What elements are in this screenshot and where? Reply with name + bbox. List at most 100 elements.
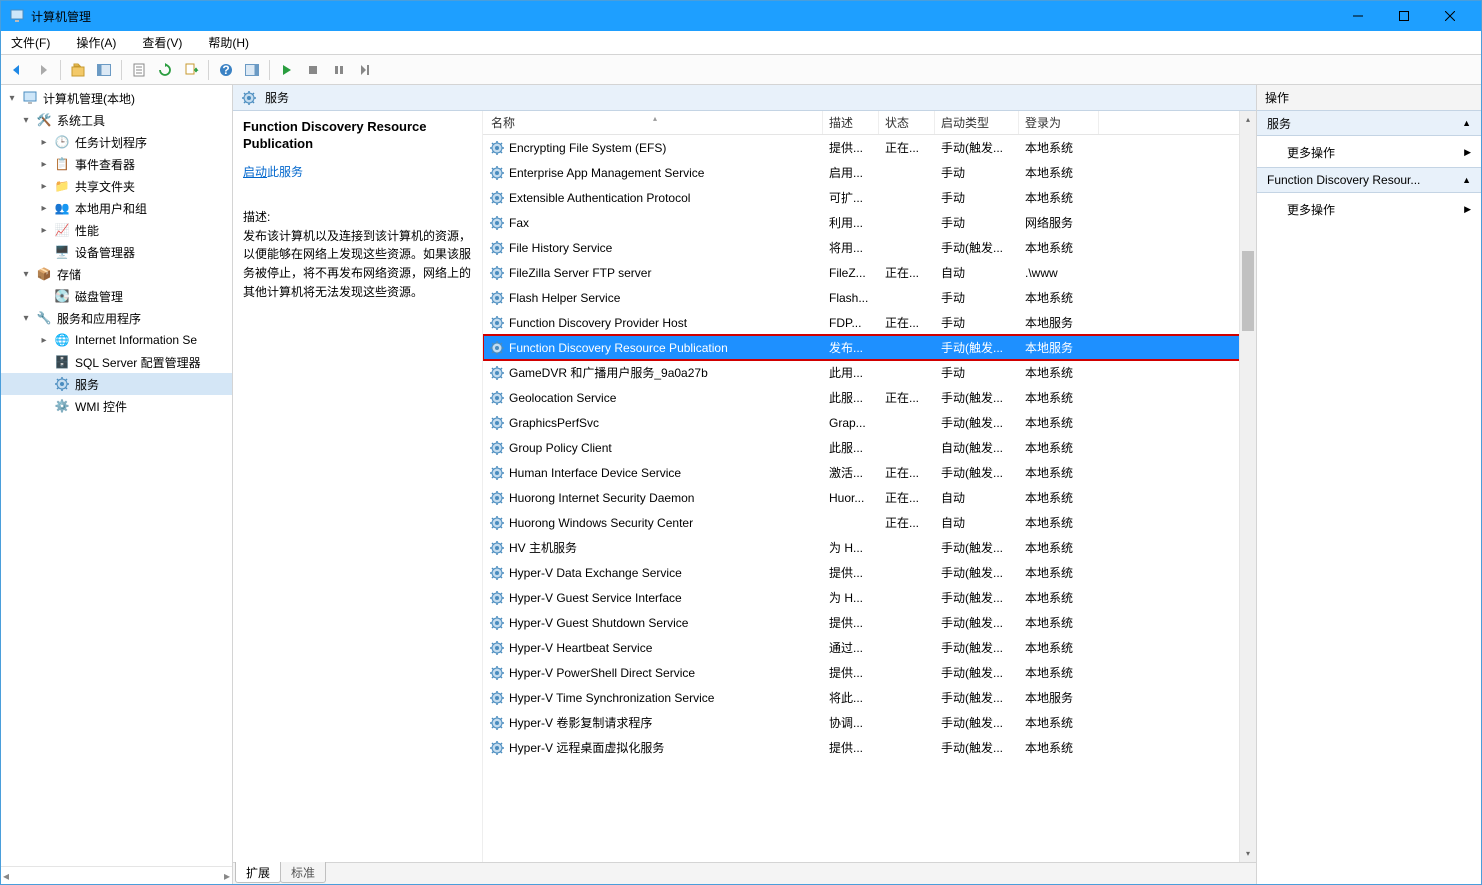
help-button[interactable]: ? (214, 58, 238, 82)
actions-more-1[interactable]: 更多操作▶ (1257, 136, 1481, 168)
service-row[interactable]: Encrypting File System (EFS)提供...正在...手动… (483, 135, 1256, 160)
export-button[interactable] (179, 58, 203, 82)
service-row[interactable]: FileZilla Server FTP serverFileZ...正在...… (483, 260, 1256, 285)
service-row[interactable]: Hyper-V Guest Service Interface为 H...手动(… (483, 585, 1256, 610)
service-row[interactable]: Hyper-V 卷影复制请求程序协调...手动(触发...本地系统 (483, 710, 1256, 735)
forward-button[interactable] (31, 58, 55, 82)
service-row[interactable]: Fax利用...手动网络服务 (483, 210, 1256, 235)
menu-view[interactable]: 查看(V) (138, 32, 186, 53)
list-vscrollbar[interactable]: ▴ ▾ (1239, 111, 1256, 862)
service-logon: 本地系统 (1019, 139, 1099, 156)
actions-more-2[interactable]: 更多操作▶ (1257, 193, 1481, 225)
refresh-button[interactable] (153, 58, 177, 82)
chevron-right-icon[interactable]: ▸ (37, 335, 51, 346)
col-logon[interactable]: 登录为 (1019, 111, 1099, 134)
service-row[interactable]: GraphicsPerfSvcGrap...手动(触发...本地系统 (483, 410, 1256, 435)
service-row[interactable]: Huorong Windows Security Center正在...自动本地… (483, 510, 1256, 535)
chevron-right-icon[interactable]: ▸ (37, 137, 51, 148)
service-row[interactable]: Huorong Internet Security DaemonHuor...正… (483, 485, 1256, 510)
tree-perf[interactable]: ▸📈性能 (1, 219, 232, 241)
actions-section-selected[interactable]: Function Discovery Resour...▲ (1257, 167, 1481, 193)
service-row[interactable]: Hyper-V Time Synchronization Service将此..… (483, 685, 1256, 710)
service-row[interactable]: GameDVR 和广播用户服务_9a0a27b此用...手动本地系统 (483, 360, 1256, 385)
col-desc[interactable]: 描述 (823, 111, 879, 134)
show-hide-tree-button[interactable] (92, 58, 116, 82)
service-row[interactable]: File History Service将用...手动(触发...本地系统 (483, 235, 1256, 260)
service-row[interactable]: Extensible Authentication Protocol可扩...手… (483, 185, 1256, 210)
tree-svcapps[interactable]: ▾🔧服务和应用程序 (1, 307, 232, 329)
stop-service-button[interactable] (301, 58, 325, 82)
service-row[interactable]: Hyper-V 远程桌面虚拟化服务提供...手动(触发...本地系统 (483, 735, 1256, 760)
service-logon: 本地系统 (1019, 589, 1099, 606)
service-row[interactable]: Group Policy Client此服...自动(触发...本地系统 (483, 435, 1256, 460)
service-name: Huorong Internet Security Daemon (509, 491, 694, 505)
tab-extended[interactable]: 扩展 (235, 862, 281, 883)
list-rows[interactable]: Encrypting File System (EFS)提供...正在...手动… (483, 135, 1256, 862)
service-row[interactable]: Hyper-V Heartbeat Service通过...手动(触发...本地… (483, 635, 1256, 660)
restart-service-button[interactable] (353, 58, 377, 82)
tree-shared[interactable]: ▸📁共享文件夹 (1, 175, 232, 197)
service-name: Function Discovery Provider Host (509, 316, 687, 330)
close-button[interactable] (1427, 1, 1473, 31)
show-hide-actions-button[interactable] (240, 58, 264, 82)
menu-file[interactable]: 文件(F) (7, 32, 54, 53)
service-row[interactable]: Hyper-V Guest Shutdown Service提供...手动(触发… (483, 610, 1256, 635)
minimize-button[interactable] (1335, 1, 1381, 31)
list-header[interactable]: ▴ 名称 描述 状态 启动类型 登录为 (483, 111, 1256, 135)
back-button[interactable] (5, 58, 29, 82)
maximize-button[interactable] (1381, 1, 1427, 31)
start-service-button[interactable] (275, 58, 299, 82)
tree-services[interactable]: 服务 (1, 373, 232, 395)
menu-help[interactable]: 帮助(H) (204, 32, 253, 53)
chevron-down-icon[interactable]: ▾ (19, 269, 33, 280)
menu-action[interactable]: 操作(A) (72, 32, 120, 53)
scroll-up-icon[interactable]: ▴ (1240, 111, 1256, 128)
chevron-down-icon[interactable]: ▾ (19, 313, 33, 324)
tree-tasksched[interactable]: ▸🕒任务计划程序 (1, 131, 232, 153)
service-row[interactable]: Enterprise App Management Service启用...手动… (483, 160, 1256, 185)
start-service-link[interactable]: 启动 (243, 165, 267, 179)
tree-systools[interactable]: ▾🛠️系统工具 (1, 109, 232, 131)
chevron-down-icon[interactable]: ▾ (5, 93, 19, 104)
scroll-left-icon[interactable]: ◂ (3, 869, 9, 883)
tree-sql[interactable]: 🗄️SQL Server 配置管理器 (1, 351, 232, 373)
chevron-right-icon[interactable]: ▸ (37, 203, 51, 214)
tree-diskmgmt[interactable]: 💽磁盘管理 (1, 285, 232, 307)
chevron-right-icon[interactable]: ▸ (37, 225, 51, 236)
tree-root[interactable]: ▾计算机管理(本地) (1, 87, 232, 109)
service-row[interactable]: Hyper-V Data Exchange Service提供...手动(触发.… (483, 560, 1256, 585)
titlebar[interactable]: 计算机管理 (1, 1, 1481, 31)
service-start: 自动 (935, 514, 1019, 531)
service-name: GraphicsPerfSvc (509, 416, 599, 430)
properties-button[interactable] (127, 58, 151, 82)
service-start: 手动(触发... (935, 464, 1019, 481)
col-start[interactable]: 启动类型 (935, 111, 1019, 134)
chevron-right-icon[interactable]: ▸ (37, 159, 51, 170)
scroll-thumb[interactable] (1242, 251, 1254, 331)
service-start: 手动(触发... (935, 389, 1019, 406)
actions-section-services[interactable]: 服务▲ (1257, 110, 1481, 136)
service-row[interactable]: Function Discovery Provider HostFDP...正在… (483, 310, 1256, 335)
tree-wmi[interactable]: ⚙️WMI 控件 (1, 395, 232, 417)
tree-devicemgr[interactable]: 🖥️设备管理器 (1, 241, 232, 263)
col-state[interactable]: 状态 (879, 111, 935, 134)
up-button[interactable] (66, 58, 90, 82)
tree-hscrollbar[interactable]: ◂▸ (1, 866, 232, 884)
service-row[interactable]: Geolocation Service此服...正在...手动(触发...本地系… (483, 385, 1256, 410)
tree-eventviewer[interactable]: ▸📋事件查看器 (1, 153, 232, 175)
scroll-down-icon[interactable]: ▾ (1240, 845, 1256, 862)
chevron-right-icon[interactable]: ▸ (37, 181, 51, 192)
nav-tree[interactable]: ▾计算机管理(本地) ▾🛠️系统工具 ▸🕒任务计划程序 ▸📋事件查看器 ▸📁共享… (1, 85, 232, 866)
service-row[interactable]: HV 主机服务为 H...手动(触发...本地系统 (483, 535, 1256, 560)
tab-standard[interactable]: 标准 (280, 862, 326, 883)
tree-localusers[interactable]: ▸👥本地用户和组 (1, 197, 232, 219)
tree-storage[interactable]: ▾📦存储 (1, 263, 232, 285)
service-row[interactable]: Hyper-V PowerShell Direct Service提供...手动… (483, 660, 1256, 685)
scroll-right-icon[interactable]: ▸ (224, 869, 230, 883)
service-row[interactable]: Function Discovery Resource Publication发… (483, 335, 1256, 360)
service-row[interactable]: Human Interface Device Service激活...正在...… (483, 460, 1256, 485)
pause-service-button[interactable] (327, 58, 351, 82)
service-row[interactable]: Flash Helper ServiceFlash...手动本地系统 (483, 285, 1256, 310)
chevron-down-icon[interactable]: ▾ (19, 115, 33, 126)
tree-iis[interactable]: ▸🌐Internet Information Se (1, 329, 232, 351)
